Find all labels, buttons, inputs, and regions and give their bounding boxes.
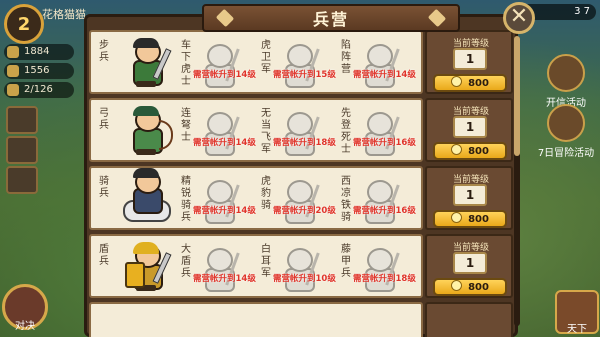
scrollbar-thumb[interactable] [514, 36, 520, 156]
upgrade-button[interactable]: 800 [433, 210, 507, 228]
upgrade-slot[interactable]: 虎卫军 需营帐升到15级 [261, 38, 336, 92]
unit-row-infantry: 步兵 车下虎士 需营帐升到14级 虎卫军 需营帐升到15级 陷阵营 需营帐升到1… [89, 30, 513, 94]
panel-title-plate: 兵营 [202, 4, 460, 32]
unit-category: 骑兵 [99, 176, 109, 199]
shield-unit-icon[interactable] [123, 242, 172, 294]
resource-stats: 1884 1556 2/126 [4, 44, 74, 101]
resource-icon [7, 65, 19, 77]
player-name: 花格猫猫 [42, 8, 86, 21]
infantry-unit-icon[interactable] [123, 38, 172, 90]
upgrade-button[interactable]: 800 [433, 74, 507, 92]
upgrade-requirement: 需营帐升到14级 [193, 274, 256, 284]
resource-icon [7, 46, 19, 58]
level-value: 1 [453, 116, 487, 138]
upgrade-slot[interactable]: 精锐骑兵 需营帐升到14级 [181, 174, 256, 228]
unit-row-cavalry: 骑兵 精锐骑兵 需营帐升到14级 虎豹骑 需营帐升到20级 西凉铁骑 需营帐升到… [89, 166, 513, 230]
unit-row-partial [89, 302, 513, 337]
upgrade-button[interactable]: 800 [433, 278, 507, 296]
upgrade-slot[interactable]: 藤甲兵 需营帐升到18级 [341, 242, 416, 296]
level-value: 1 [453, 184, 487, 206]
upgrade-requirement: 需营帐升到14级 [193, 138, 256, 148]
panel-title: 兵营 [312, 10, 349, 29]
unit-category: 盾兵 [99, 244, 109, 267]
upgrade-requirement: 需营帐升到15级 [273, 70, 336, 80]
ornament-icon [427, 8, 447, 28]
calendar-icon [547, 104, 585, 142]
resource-stat-2: 1556 [4, 63, 74, 79]
coin-icon [451, 212, 463, 223]
upgrade-requirement: 需营帐升到14级 [193, 70, 256, 80]
upgrade-requirement: 需营帐升到18级 [273, 138, 336, 148]
coin-icon [451, 144, 463, 155]
unit-level-panel: 当前等级 1 800 [425, 98, 513, 162]
menu-button[interactable] [6, 166, 38, 194]
unit-level-panel [425, 302, 513, 337]
event-button-2[interactable]: 7日冒险活动 [536, 104, 596, 159]
unit-card: 弓兵 连弩士 需营帐升到14级 无当飞军 需营帐升到18级 先登死士 需营帐升到… [89, 98, 423, 162]
unit-card: 盾兵 大盾兵 需营帐升到14级 白耳军 需营帐升到10级 藤甲兵 需营帐升到18… [89, 234, 423, 298]
unit-level-panel: 当前等级 1 800 [425, 166, 513, 230]
upgrade-slot[interactable]: 大盾兵 需营帐升到14级 [181, 242, 256, 296]
unit-card [89, 302, 423, 337]
upgrade-slot[interactable]: 车下虎士 需营帐升到14级 [181, 38, 256, 92]
cavalry-unit-icon[interactable] [123, 168, 171, 226]
upgrade-slot[interactable]: 无当飞军 需营帐升到18级 [261, 106, 336, 160]
level-value: 1 [453, 48, 487, 70]
world-button[interactable]: 天下 [555, 290, 599, 335]
unit-level-panel: 当前等级 1 800 [425, 234, 513, 298]
unit-row-shield: 盾兵 大盾兵 需营帐升到14级 白耳军 需营帐升到10级 藤甲兵 需营帐升到18… [89, 234, 513, 298]
unit-row-archer: 弓兵 连弩士 需营帐升到14级 无当飞军 需营帐升到18级 先登死士 需营帐升到… [89, 98, 513, 162]
ornament-icon [215, 8, 235, 28]
upgrade-requirement: 需营帐升到18级 [353, 274, 416, 284]
panel-scrollbar[interactable] [514, 36, 520, 326]
upgrade-button[interactable]: 800 [433, 142, 507, 160]
upgrade-slot[interactable]: 白耳军 需营帐升到10级 [261, 242, 336, 296]
close-button[interactable]: ✕ [503, 2, 535, 34]
upgrade-requirement: 需营帐升到14级 [193, 206, 256, 216]
upgrade-requirement: 需营帐升到16级 [353, 206, 416, 216]
upgrade-requirement: 需营帐升到14级 [353, 70, 416, 80]
upgrade-requirement: 需营帐升到16级 [353, 138, 416, 148]
upgrade-requirement: 需营帐升到10级 [273, 274, 336, 284]
event-icon [547, 54, 585, 92]
player-level-badge[interactable]: 2 [4, 4, 44, 44]
unit-card: 骑兵 精锐骑兵 需营帐升到14级 虎豹骑 需营帐升到20级 西凉铁骑 需营帐升到… [89, 166, 423, 230]
chat-button[interactable] [6, 136, 38, 164]
mail-button[interactable] [6, 106, 38, 134]
unit-level-panel: 当前等级 1 800 [425, 30, 513, 94]
duel-button[interactable]: 对决 [2, 284, 48, 332]
upgrade-slot[interactable]: 先登死士 需营帐升到16级 [341, 106, 416, 160]
unit-card: 步兵 车下虎士 需营帐升到14级 虎卫军 需营帐升到15级 陷阵营 需营帐升到1… [89, 30, 423, 94]
archer-unit-icon[interactable] [123, 106, 173, 158]
unit-category: 弓兵 [99, 108, 109, 131]
troops-icon [7, 84, 19, 96]
upgrade-slot[interactable]: 虎豹骑 需营帐升到20级 [261, 174, 336, 228]
level-value: 1 [453, 252, 487, 274]
coin-icon [451, 76, 463, 87]
upgrade-requirement: 需营帐升到20级 [273, 206, 336, 216]
unit-category: 步兵 [99, 40, 109, 63]
coin-icon [451, 280, 463, 291]
upgrade-slot[interactable]: 连弩士 需营帐升到14级 [181, 106, 256, 160]
upgrade-slot[interactable]: 陷阵营 需营帐升到14级 [341, 38, 416, 92]
resource-stat-3: 2/126 [4, 82, 74, 98]
event-button-1[interactable]: 开信活动 [536, 54, 596, 109]
upgrade-slot[interactable]: 西凉铁骑 需营帐升到16级 [341, 174, 416, 228]
resource-stat-1: 1884 [4, 44, 74, 60]
